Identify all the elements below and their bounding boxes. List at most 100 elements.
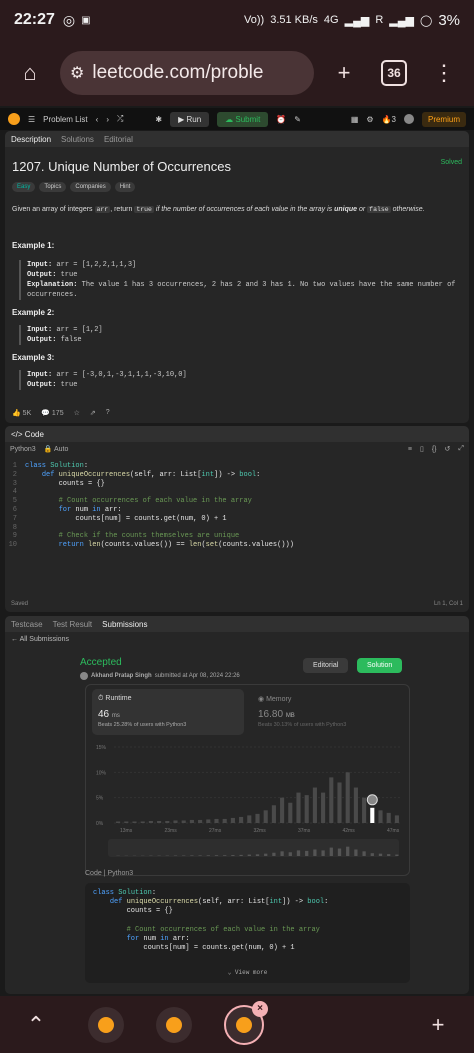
chart-bar[interactable] <box>362 797 367 823</box>
tab-thumbnail-active[interactable]: × <box>224 1000 268 1045</box>
solution-button[interactable]: Solution <box>357 658 403 673</box>
home-icon[interactable]: ⌂ <box>10 53 50 93</box>
chart-bar[interactable] <box>378 810 383 823</box>
chart-bar[interactable] <box>312 787 317 823</box>
tab-description[interactable]: Description <box>11 135 51 144</box>
chart-bar[interactable] <box>132 821 137 823</box>
chart-bar[interactable] <box>124 821 129 823</box>
submit-button[interactable]: ☁ Submit <box>217 111 269 127</box>
tab-submissions[interactable]: Submissions <box>102 620 147 629</box>
chart-bar[interactable] <box>140 821 145 823</box>
chart-overview-bar <box>329 847 333 856</box>
chart-bar[interactable] <box>173 820 178 823</box>
author-name[interactable]: Akhand Pratap Singh <box>91 673 152 679</box>
premium-button[interactable]: Premium <box>421 111 466 127</box>
tab-test-result[interactable]: Test Result <box>53 620 93 629</box>
chart-bar[interactable] <box>247 815 252 823</box>
chart-bar[interactable] <box>189 819 194 823</box>
editorial-button[interactable]: Editorial <box>303 658 349 673</box>
topics-tag[interactable]: Topics <box>39 182 67 192</box>
chart-bar[interactable] <box>214 818 219 823</box>
back-to-submissions[interactable]: ← All Submissions <box>5 632 469 647</box>
chart-bar[interactable] <box>271 805 276 823</box>
debug-icon[interactable]: ✱ <box>155 115 162 124</box>
prev-icon[interactable]: ‹ <box>96 115 99 124</box>
close-tab-icon[interactable]: × <box>252 1000 268 1017</box>
chart-bar[interactable] <box>337 782 342 823</box>
chart-bar[interactable] <box>206 819 211 823</box>
shuffle-icon[interactable]: ⤮ <box>117 114 123 124</box>
share-icon[interactable]: ⇗ <box>90 409 96 417</box>
chart-bar[interactable] <box>222 818 227 823</box>
chart-overview-bar <box>395 854 399 856</box>
site-settings-icon[interactable]: ⚙ <box>70 63 84 83</box>
chart-bar[interactable] <box>148 820 153 823</box>
format-icon[interactable]: ≡ <box>408 446 412 453</box>
auto-toggle[interactable]: 🔒 Auto <box>44 445 69 453</box>
chart-bar[interactable] <box>157 820 162 823</box>
address-bar[interactable]: ⚙ leetcode.com/proble <box>60 51 314 95</box>
memory-card[interactable]: ◉ Memory 16.80 MB Beats 30.13% of users … <box>258 695 346 728</box>
description-panel: Description Solutions Editorial 1207. Un… <box>5 131 469 423</box>
star-icon[interactable]: ☆ <box>74 409 80 417</box>
new-tab-icon[interactable]: + <box>324 53 364 93</box>
chart-bar[interactable] <box>288 802 293 823</box>
chart-bar[interactable] <box>280 797 285 823</box>
chevron-up-icon[interactable]: ⌃ <box>16 1005 56 1045</box>
chart-bar[interactable] <box>165 820 170 823</box>
view-more-button[interactable]: ⌄ View more <box>85 968 410 977</box>
chart-bar[interactable] <box>263 810 268 823</box>
chart-bar[interactable] <box>116 821 121 823</box>
streak-counter[interactable]: 🔥3 <box>382 115 396 124</box>
notes-icon[interactable]: ✎ <box>294 115 301 124</box>
chart-bar[interactable] <box>304 795 309 823</box>
braces-icon[interactable]: {} <box>432 446 437 453</box>
layout-icon[interactable]: ▦ <box>351 115 359 124</box>
runtime-card[interactable]: ⏱ Runtime 46 ms Beats 25.28% of users wi… <box>92 689 244 735</box>
tab-testcase[interactable]: Testcase <box>11 620 43 629</box>
tab-solutions[interactable]: Solutions <box>61 135 94 144</box>
comments-button[interactable]: 💬 175 <box>41 409 63 417</box>
chart-bar[interactable] <box>230 817 235 823</box>
bookmark-icon[interactable]: ▯ <box>420 445 424 453</box>
tab-thumbnail[interactable] <box>156 1006 192 1043</box>
chart-bar[interactable] <box>345 772 350 823</box>
next-icon[interactable]: › <box>106 115 109 124</box>
chart-bar[interactable] <box>394 815 399 823</box>
help-icon[interactable]: ? <box>106 409 110 417</box>
tab-editorial[interactable]: Editorial <box>104 135 133 144</box>
tab-thumbnail[interactable] <box>88 1006 124 1043</box>
language-select[interactable]: Python3 <box>10 446 36 453</box>
code-tab[interactable]: </> Code <box>11 430 44 439</box>
chart-bar[interactable] <box>386 812 391 823</box>
runtime-distribution-chart[interactable]: 15% 10% 5% 0% 13ms 23ms 27ms 32ms 37ms 42ms 47ms <box>86 741 411 863</box>
like-button[interactable]: 👍 5K <box>12 409 31 417</box>
chart-bar[interactable] <box>255 813 260 823</box>
companies-tag[interactable]: Companies <box>70 182 111 192</box>
chart-bar[interactable] <box>239 816 244 823</box>
code-editor[interactable]: 1 class Solution: 2 def uniqueOccurrences… <box>5 456 469 550</box>
reset-icon[interactable]: ↺ <box>445 445 451 453</box>
chart-bar[interactable] <box>321 792 326 823</box>
settings-icon[interactable]: ⚙ <box>366 115 373 124</box>
add-tab-icon[interactable]: + <box>418 1005 458 1045</box>
timer-icon[interactable]: ⏰ <box>276 115 286 124</box>
leetcode-logo[interactable] <box>8 113 20 125</box>
problem-title[interactable]: 1207. Unique Number of Occurrences <box>12 159 231 174</box>
chart-bar[interactable] <box>198 819 203 823</box>
fullscreen-icon[interactable]: ⤢ <box>458 445 464 453</box>
problem-list-icon[interactable]: ☰ <box>28 115 35 124</box>
chart-bar[interactable] <box>181 820 186 823</box>
inline-code: arr <box>94 206 111 213</box>
submitted-code[interactable]: class Solution: def uniqueOccurrences(se… <box>85 883 410 983</box>
chart-bar[interactable] <box>296 792 301 823</box>
menu-icon[interactable]: ⋮ <box>424 53 464 93</box>
problem-list-link[interactable]: Problem List <box>43 115 87 124</box>
chart-bar[interactable] <box>353 787 358 823</box>
chart-bar[interactable] <box>370 807 375 823</box>
avatar[interactable] <box>403 114 414 124</box>
tab-switcher-button[interactable]: 36 <box>374 53 414 93</box>
chart-bar[interactable] <box>329 777 334 823</box>
hint-tag[interactable]: Hint <box>114 182 136 192</box>
run-button[interactable]: ▶ Run <box>170 111 210 127</box>
